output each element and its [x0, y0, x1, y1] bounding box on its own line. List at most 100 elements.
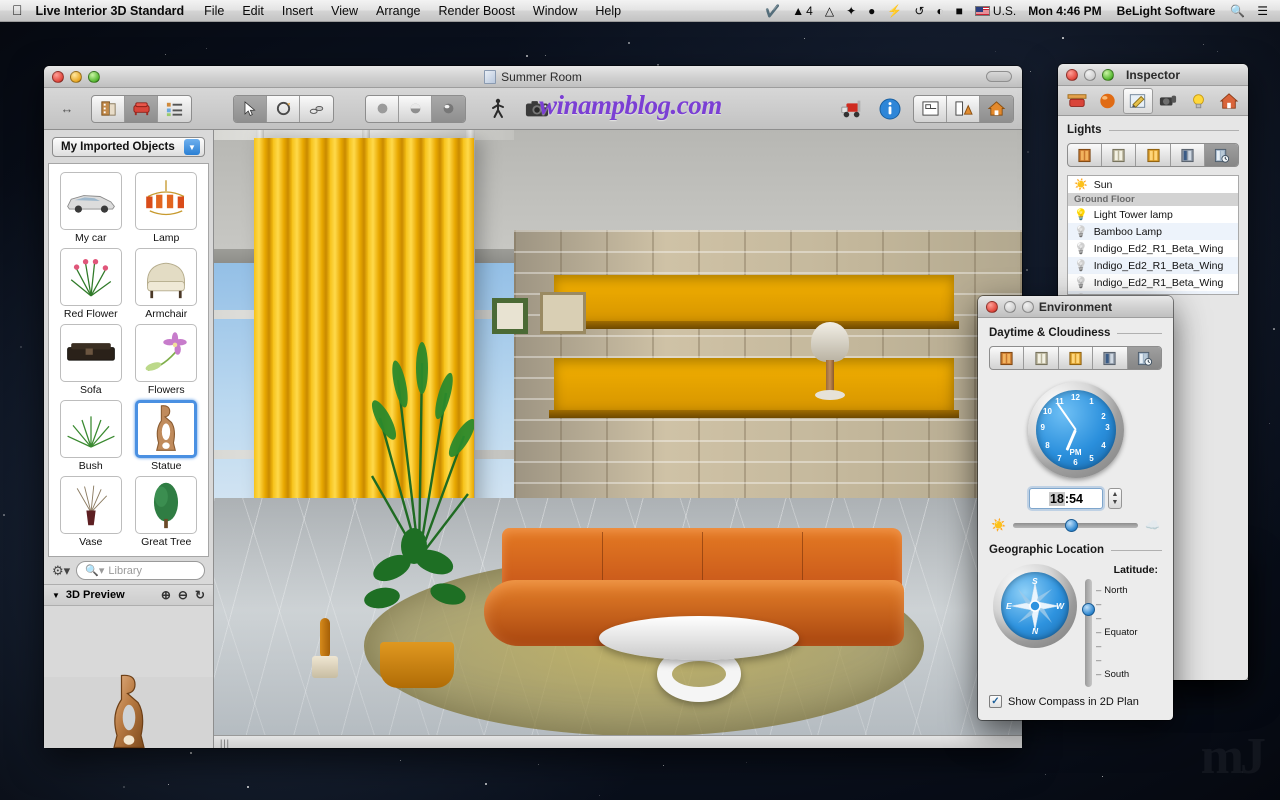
object-item-armchair[interactable]: Armchair	[129, 246, 205, 322]
light-row-indigo-4[interactable]: 💡 Indigo_Ed2_R1_Beta_Wing	[1068, 291, 1238, 295]
menu-app-name[interactable]: Live Interior 3D Standard	[34, 0, 196, 22]
viewport-scrollbar[interactable]: |||	[214, 735, 1022, 748]
move-tool-button[interactable]	[300, 96, 333, 122]
site-tab[interactable]	[1215, 88, 1245, 114]
menubar-clock[interactable]: Mon 4:46 PM	[1022, 0, 1107, 22]
light-row-bamboo-lamp[interactable]: 💡 Bamboo Lamp	[1068, 223, 1238, 240]
daytime-mode-4-button[interactable]	[1093, 347, 1127, 369]
light-mode-1-button[interactable]	[1068, 144, 1102, 166]
show-compass-checkbox-row[interactable]: ✓ Show Compass in 2D Plan	[989, 695, 1162, 708]
2d-plan-view-button[interactable]	[914, 96, 947, 122]
time-stepper[interactable]: ▲ ▼	[1108, 488, 1122, 509]
menu-render-boost[interactable]: Render Boost	[429, 0, 523, 22]
battery-icon[interactable]: ■	[950, 0, 969, 22]
zoom-button[interactable]	[88, 71, 100, 83]
evernote-icon[interactable]: ●	[862, 0, 881, 22]
menu-insert[interactable]: Insert	[273, 0, 322, 22]
wifi-icon[interactable]: ◐	[930, 0, 949, 22]
category-popup-button[interactable]: My Imported Objects ▼	[52, 137, 205, 157]
time-machine-icon[interactable]: ↺	[908, 0, 930, 22]
show-compass-checkbox[interactable]: ✓	[989, 695, 1002, 708]
menu-help[interactable]: Help	[586, 0, 630, 22]
light-mode-5-button[interactable]	[1205, 144, 1238, 166]
environment-close-button[interactable]	[986, 301, 998, 313]
scroll-grip[interactable]: |||	[220, 738, 230, 748]
flat-render-button[interactable]	[366, 96, 399, 122]
cloudiness-slider[interactable]	[1013, 523, 1138, 528]
object-item-great-tree[interactable]: Great Tree	[129, 474, 205, 550]
environment-minimize-button[interactable]	[1004, 301, 1016, 313]
main-window-titlebar[interactable]: Summer Room	[44, 66, 1022, 88]
furniture-mode-button[interactable]	[125, 96, 158, 122]
light-mode-2-button[interactable]	[1102, 144, 1136, 166]
split-view-button[interactable]	[947, 96, 980, 122]
latitude-slider[interactable]	[1085, 579, 1092, 687]
inspector-titlebar[interactable]: Inspector	[1058, 64, 1248, 86]
info-icon[interactable]	[875, 95, 905, 123]
shaded-render-button[interactable]	[399, 96, 432, 122]
input-locale[interactable]: U.S.	[969, 0, 1022, 22]
daytime-mode-1-button[interactable]	[990, 347, 1024, 369]
google-drive-icon[interactable]: △	[819, 0, 840, 22]
light-row-indigo-3[interactable]: 💡 Indigo_Ed2_R1_Beta_Wing	[1068, 274, 1238, 291]
checkmark-badge-icon[interactable]: ✔️	[759, 0, 786, 22]
object-item-lamp[interactable]: Lamp	[129, 170, 205, 246]
edit-tab[interactable]	[1123, 88, 1153, 114]
floorplan-mode-button[interactable]	[92, 96, 125, 122]
gear-icon[interactable]: ⚙▾	[52, 563, 70, 579]
light-mode-3-button[interactable]	[1136, 144, 1170, 166]
light-row-light-tower-lamp[interactable]: 💡 Light Tower lamp	[1068, 206, 1238, 223]
3d-view-button[interactable]	[980, 96, 1013, 122]
menubar-account[interactable]: BeLight Software	[1108, 0, 1225, 22]
clock-face[interactable]: 12 1 2 3 4 5 6 7 8 9 10 11 PM	[1036, 390, 1116, 470]
rotate-icon[interactable]: ↻	[195, 588, 205, 602]
inspector-minimize-button[interactable]	[1084, 69, 1096, 81]
object-item-red-flower[interactable]: Red Flower	[53, 246, 129, 322]
viewport-3d[interactable]: |||	[214, 130, 1022, 748]
object-item-sofa[interactable]: Sofa	[53, 322, 129, 398]
zoom-in-icon[interactable]: ⊕	[161, 588, 171, 602]
object-item-bush[interactable]: Bush	[53, 398, 129, 474]
light-row-indigo-1[interactable]: 💡 Indigo_Ed2_R1_Beta_Wing	[1068, 240, 1238, 257]
minimize-button[interactable]	[70, 71, 82, 83]
toolbar-toggle-button[interactable]	[986, 71, 1012, 82]
list-mode-button[interactable]	[158, 96, 191, 122]
material-tab[interactable]	[1093, 88, 1123, 114]
lights-list[interactable]: ☀️ Sun Ground Floor 💡 Light Tower lamp 💡…	[1067, 175, 1239, 295]
time-hours[interactable]: 18	[1049, 492, 1065, 506]
cloudiness-slider-knob[interactable]	[1065, 519, 1078, 532]
preview-header[interactable]: ▼ 3D Preview ⊕ ⊖ ↻	[44, 584, 213, 606]
light-row-sun[interactable]: ☀️ Sun	[1068, 176, 1238, 193]
flash-icon[interactable]: ⚡	[881, 0, 908, 22]
adobe-icon[interactable]: ▲ 4	[786, 0, 819, 22]
camera-tab[interactable]	[1154, 88, 1184, 114]
inspector-close-button[interactable]	[1066, 69, 1078, 81]
preview-3d-canvas[interactable]	[44, 677, 213, 748]
daytime-clock[interactable]: 12 1 2 3 4 5 6 7 8 9 10 11 PM	[989, 382, 1162, 478]
menu-view[interactable]: View	[322, 0, 367, 22]
glossy-render-button[interactable]	[432, 96, 465, 122]
dropbox-icon[interactable]: ✦	[840, 0, 862, 22]
menu-file[interactable]: File	[195, 0, 233, 22]
daytime-mode-5-button[interactable]	[1128, 347, 1161, 369]
object-item-statue[interactable]: Statue	[129, 398, 205, 474]
apple-icon[interactable]: 	[0, 3, 34, 17]
inspector-zoom-button[interactable]	[1102, 69, 1114, 81]
environment-zoom-button[interactable]	[1022, 301, 1034, 313]
walk-person-icon[interactable]	[483, 95, 513, 123]
environment-titlebar[interactable]: Environment	[978, 296, 1173, 318]
zoom-out-icon[interactable]: ⊖	[178, 588, 188, 602]
object-item-vase[interactable]: Vase	[53, 474, 129, 550]
object-item-my-car[interactable]: My car	[53, 170, 129, 246]
time-minutes[interactable]: 54	[1069, 492, 1083, 506]
daytime-mode-3-button[interactable]	[1059, 347, 1093, 369]
render-boost-truck-icon[interactable]	[837, 95, 867, 123]
time-input[interactable]: 18:54	[1029, 488, 1103, 509]
select-tool-button[interactable]	[234, 96, 267, 122]
object-tab[interactable]	[1062, 88, 1092, 114]
compass-rose-icon[interactable]: S N E W	[993, 564, 1077, 648]
light-mode-4-button[interactable]	[1171, 144, 1205, 166]
rotate-tool-button[interactable]	[267, 96, 300, 122]
disclosure-triangle-icon[interactable]: ▼	[52, 591, 60, 600]
menu-arrange[interactable]: Arrange	[367, 0, 429, 22]
